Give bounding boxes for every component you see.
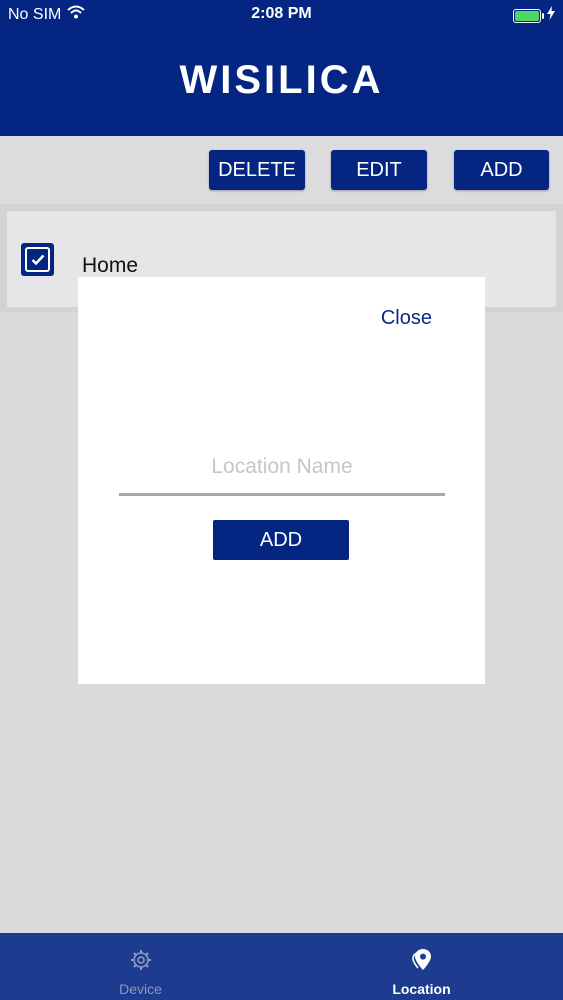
status-time: 2:08 PM bbox=[251, 5, 312, 22]
app-screen: No SIM 2:08 PM WISILICA DELETE EDIT ADD … bbox=[0, 0, 563, 1000]
tab-device[interactable]: Device bbox=[0, 933, 281, 1000]
tab-location-label: Location bbox=[392, 981, 451, 997]
delete-button[interactable]: DELETE bbox=[209, 150, 305, 190]
gear-icon bbox=[128, 947, 154, 973]
header: No SIM 2:08 PM WISILICA bbox=[0, 0, 563, 136]
add-button[interactable]: ADD bbox=[454, 150, 549, 190]
tab-location[interactable]: Location bbox=[281, 933, 562, 1000]
close-button[interactable]: Close bbox=[381, 307, 432, 330]
tab-bar: Device Location bbox=[0, 933, 563, 1000]
status-bar: No SIM 2:08 PM bbox=[0, 0, 563, 30]
battery-icon bbox=[513, 8, 544, 23]
dialog-add-button[interactable]: ADD bbox=[213, 520, 349, 560]
location-name-input[interactable] bbox=[119, 441, 445, 496]
location-pin-icon bbox=[409, 947, 435, 973]
checkmark-icon bbox=[25, 247, 50, 272]
action-toolbar: DELETE EDIT ADD bbox=[0, 136, 563, 204]
add-location-dialog: Close ADD bbox=[78, 277, 485, 684]
location-checkbox[interactable] bbox=[21, 243, 54, 276]
tab-device-label: Device bbox=[119, 981, 162, 997]
battery-indicator bbox=[513, 6, 555, 25]
charging-bolt-icon bbox=[547, 6, 555, 25]
edit-button[interactable]: EDIT bbox=[331, 150, 427, 190]
location-label: Home bbox=[82, 254, 139, 277]
brand-logo: WISILICA bbox=[179, 58, 384, 102]
